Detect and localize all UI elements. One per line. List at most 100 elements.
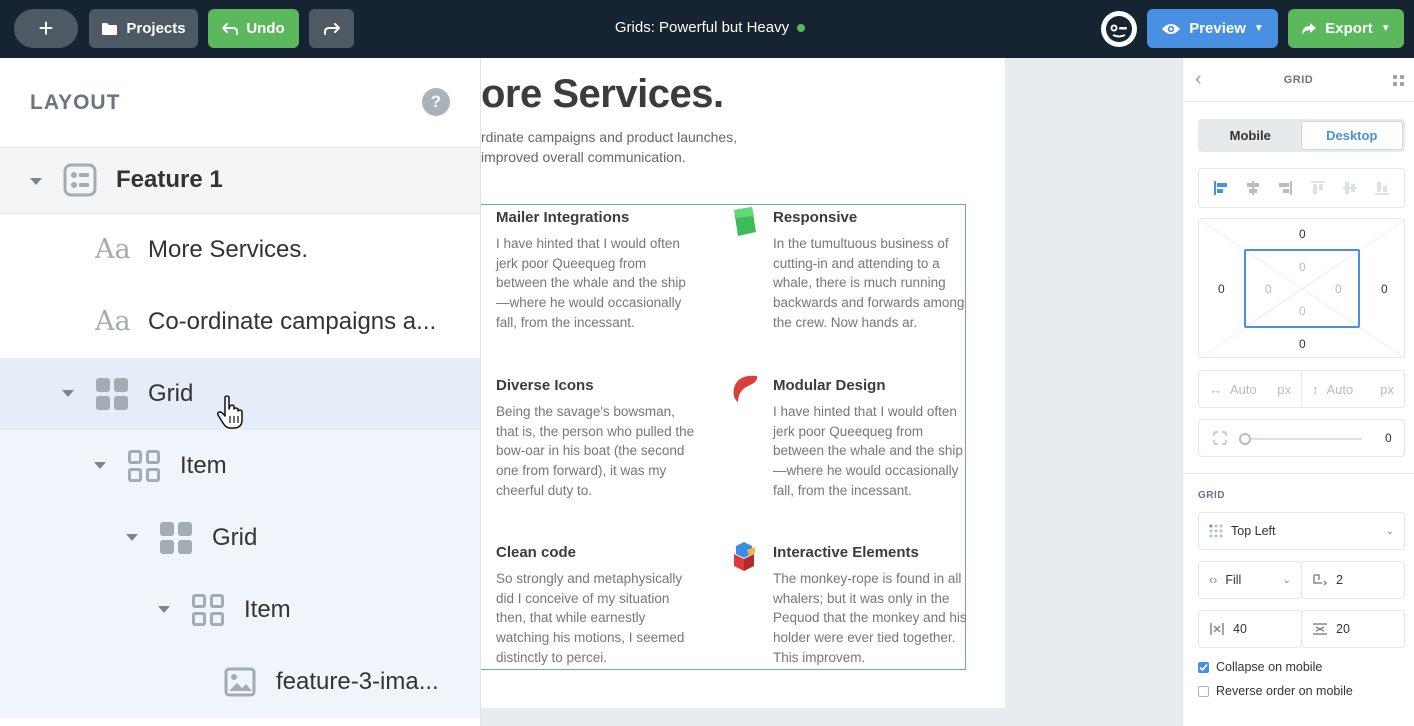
radius-slider-handle[interactable] (1239, 433, 1251, 445)
row-gap-input[interactable]: 20 (1336, 622, 1350, 636)
projects-button[interactable]: Projects (89, 9, 198, 48)
collapse-on-mobile-option[interactable]: Collapse on mobile (1198, 660, 1322, 674)
desktop-tab[interactable]: Desktop (1300, 121, 1403, 150)
project-title-text: Grids: Powerful but Heavy (614, 19, 790, 36)
tree-item-heading[interactable]: Aa More Services. (0, 214, 480, 286)
row-gap-field[interactable]: 20 (1301, 610, 1405, 648)
eye-icon (1162, 23, 1181, 34)
grid-item-icon (128, 450, 160, 482)
collapse-triangle-icon[interactable] (126, 534, 138, 541)
margin-left-input[interactable]: 0 (1218, 282, 1225, 296)
tree-item-grid[interactable]: Grid (0, 502, 480, 574)
collapse-triangle-icon[interactable] (62, 390, 74, 397)
column-gap-field[interactable]: 40 (1198, 610, 1302, 648)
padding-left-input[interactable]: 0 (1265, 282, 1272, 296)
add-button[interactable]: + (14, 9, 78, 48)
feature-card[interactable]: Mailer Integrations I have hinted that I… (496, 209, 696, 333)
undo-label: Undo (246, 20, 285, 37)
grid-item-icon (192, 594, 224, 626)
layout-panel-header: LAYOUT ? (0, 58, 480, 148)
device-toggle: Mobile Desktop (1198, 119, 1405, 152)
collapse-on-mobile-label: Collapse on mobile (1216, 660, 1323, 674)
drag-handle-icon[interactable] (1393, 75, 1404, 86)
properties-panel: ‹ GRID Mobile Desktop 0 0 0 0 0 0 0 0 ↔ … (1182, 58, 1414, 726)
feature-body: So strongly and metaphysically did I con… (496, 571, 685, 665)
tree-item-label: Grid (212, 524, 258, 551)
tree-item-feature-1[interactable]: Feature 1 (0, 148, 480, 214)
tree-item-subheading[interactable]: Aa Co-ordinate campaigns a... (0, 286, 480, 358)
horizontal-arrows-icon: ↔ (1209, 381, 1222, 397)
align-center-icon[interactable] (1245, 181, 1261, 195)
column-gap-input[interactable]: 40 (1233, 622, 1247, 636)
feature-card[interactable]: Responsive In the tumultuous business of… (773, 209, 973, 333)
top-toolbar: + Projects Undo Grids: Powerful but Heav… (0, 0, 1414, 58)
columns-input[interactable]: 2 (1336, 573, 1343, 587)
margin-right-input[interactable]: 0 (1381, 282, 1388, 296)
radius-slider-track[interactable] (1244, 438, 1362, 440)
margin-bottom-input[interactable]: 0 (1299, 337, 1306, 351)
grid-alignment-select[interactable]: Top Left ⌄ (1198, 512, 1405, 550)
columns-icon (1313, 574, 1328, 586)
height-unit[interactable]: px (1380, 382, 1394, 397)
feature-card[interactable]: Clean code So strongly and metaphysicall… (496, 544, 696, 668)
share-arrow-icon (1302, 22, 1317, 35)
canvas-background (1005, 58, 1182, 726)
image-icon (224, 667, 256, 697)
reverse-order-option[interactable]: Reverse order on mobile (1198, 684, 1353, 698)
align-middle-icon[interactable] (1342, 181, 1358, 195)
align-right-icon[interactable] (1277, 181, 1293, 195)
feature-title: Interactive Elements (773, 544, 919, 561)
feature-body: I have hinted that I would often jerk po… (496, 236, 686, 330)
checkmark-icon (1199, 663, 1208, 671)
height-field[interactable]: ↕ Auto px (1301, 371, 1404, 407)
align-bottom-icon[interactable] (1374, 181, 1390, 195)
radius-value[interactable]: 0 (1385, 431, 1392, 445)
height-input[interactable]: Auto (1327, 382, 1354, 397)
project-title: Grids: Powerful but Heavy (560, 19, 860, 36)
feature-title: Mailer Integrations (496, 209, 630, 226)
export-label: Export (1325, 20, 1373, 37)
section-heading[interactable]: ore Services. (481, 72, 724, 117)
feature-body: Being the savage's bowsman, that is, the… (496, 404, 695, 498)
columns-field[interactable]: 2 (1301, 561, 1405, 599)
feature-card[interactable]: Modular Design I have hinted that I woul… (773, 377, 973, 501)
canvas-page[interactable]: ore Services. rdinate campaigns and prod… (481, 58, 1005, 708)
mobile-tab[interactable]: Mobile (1200, 121, 1301, 150)
width-input[interactable]: Auto (1230, 382, 1257, 397)
avatar-face-icon (1106, 16, 1132, 42)
tree-item-item[interactable]: Item (0, 574, 480, 646)
tree-item-item[interactable]: Item (0, 430, 480, 502)
feature-card[interactable]: Diverse Icons Being the savage's bowsman… (496, 377, 696, 501)
undo-button[interactable]: Undo (208, 9, 299, 48)
fill-select[interactable]: ‹› Fill ⌄ (1198, 561, 1302, 599)
preview-button[interactable]: Preview ▼ (1147, 9, 1278, 48)
padding-bottom-input[interactable]: 0 (1299, 304, 1306, 318)
export-button[interactable]: Export ▼ (1288, 9, 1404, 48)
width-field[interactable]: ↔ Auto px (1199, 371, 1301, 407)
reverse-order-checkbox[interactable] (1198, 685, 1209, 697)
align-top-icon[interactable] (1310, 181, 1326, 195)
redo-button[interactable] (309, 9, 354, 48)
feature-title: Clean code (496, 544, 577, 561)
collapse-on-mobile-checkbox[interactable] (1198, 661, 1209, 673)
grid-section-label: GRID (1198, 490, 1225, 501)
help-icon[interactable]: ? (422, 88, 450, 116)
avatar[interactable] (1101, 11, 1137, 47)
collapse-triangle-icon[interactable] (94, 462, 106, 469)
chevron-down-icon: ▼ (1380, 23, 1391, 34)
collapse-triangle-icon[interactable] (158, 606, 170, 613)
padding-top-input[interactable]: 0 (1299, 260, 1306, 274)
projects-label: Projects (126, 20, 186, 37)
section-subheading[interactable]: rdinate campaigns and product launches, … (481, 127, 761, 167)
margin-top-input[interactable]: 0 (1299, 227, 1306, 241)
feature-card[interactable]: Interactive Elements The monkey-rope is … (773, 544, 973, 668)
tree-item-label: More Services. (148, 236, 309, 263)
width-unit[interactable]: px (1277, 382, 1291, 397)
tree-item-image[interactable]: feature-3-ima... (0, 646, 480, 718)
align-left-icon[interactable] (1213, 181, 1229, 195)
tree-item-label: Grid (148, 380, 194, 407)
padding-right-input[interactable]: 0 (1335, 282, 1342, 296)
collapse-triangle-icon[interactable] (30, 178, 42, 185)
redo-icon (323, 22, 340, 35)
tree-item-label: Co-ordinate campaigns a... (148, 308, 437, 335)
